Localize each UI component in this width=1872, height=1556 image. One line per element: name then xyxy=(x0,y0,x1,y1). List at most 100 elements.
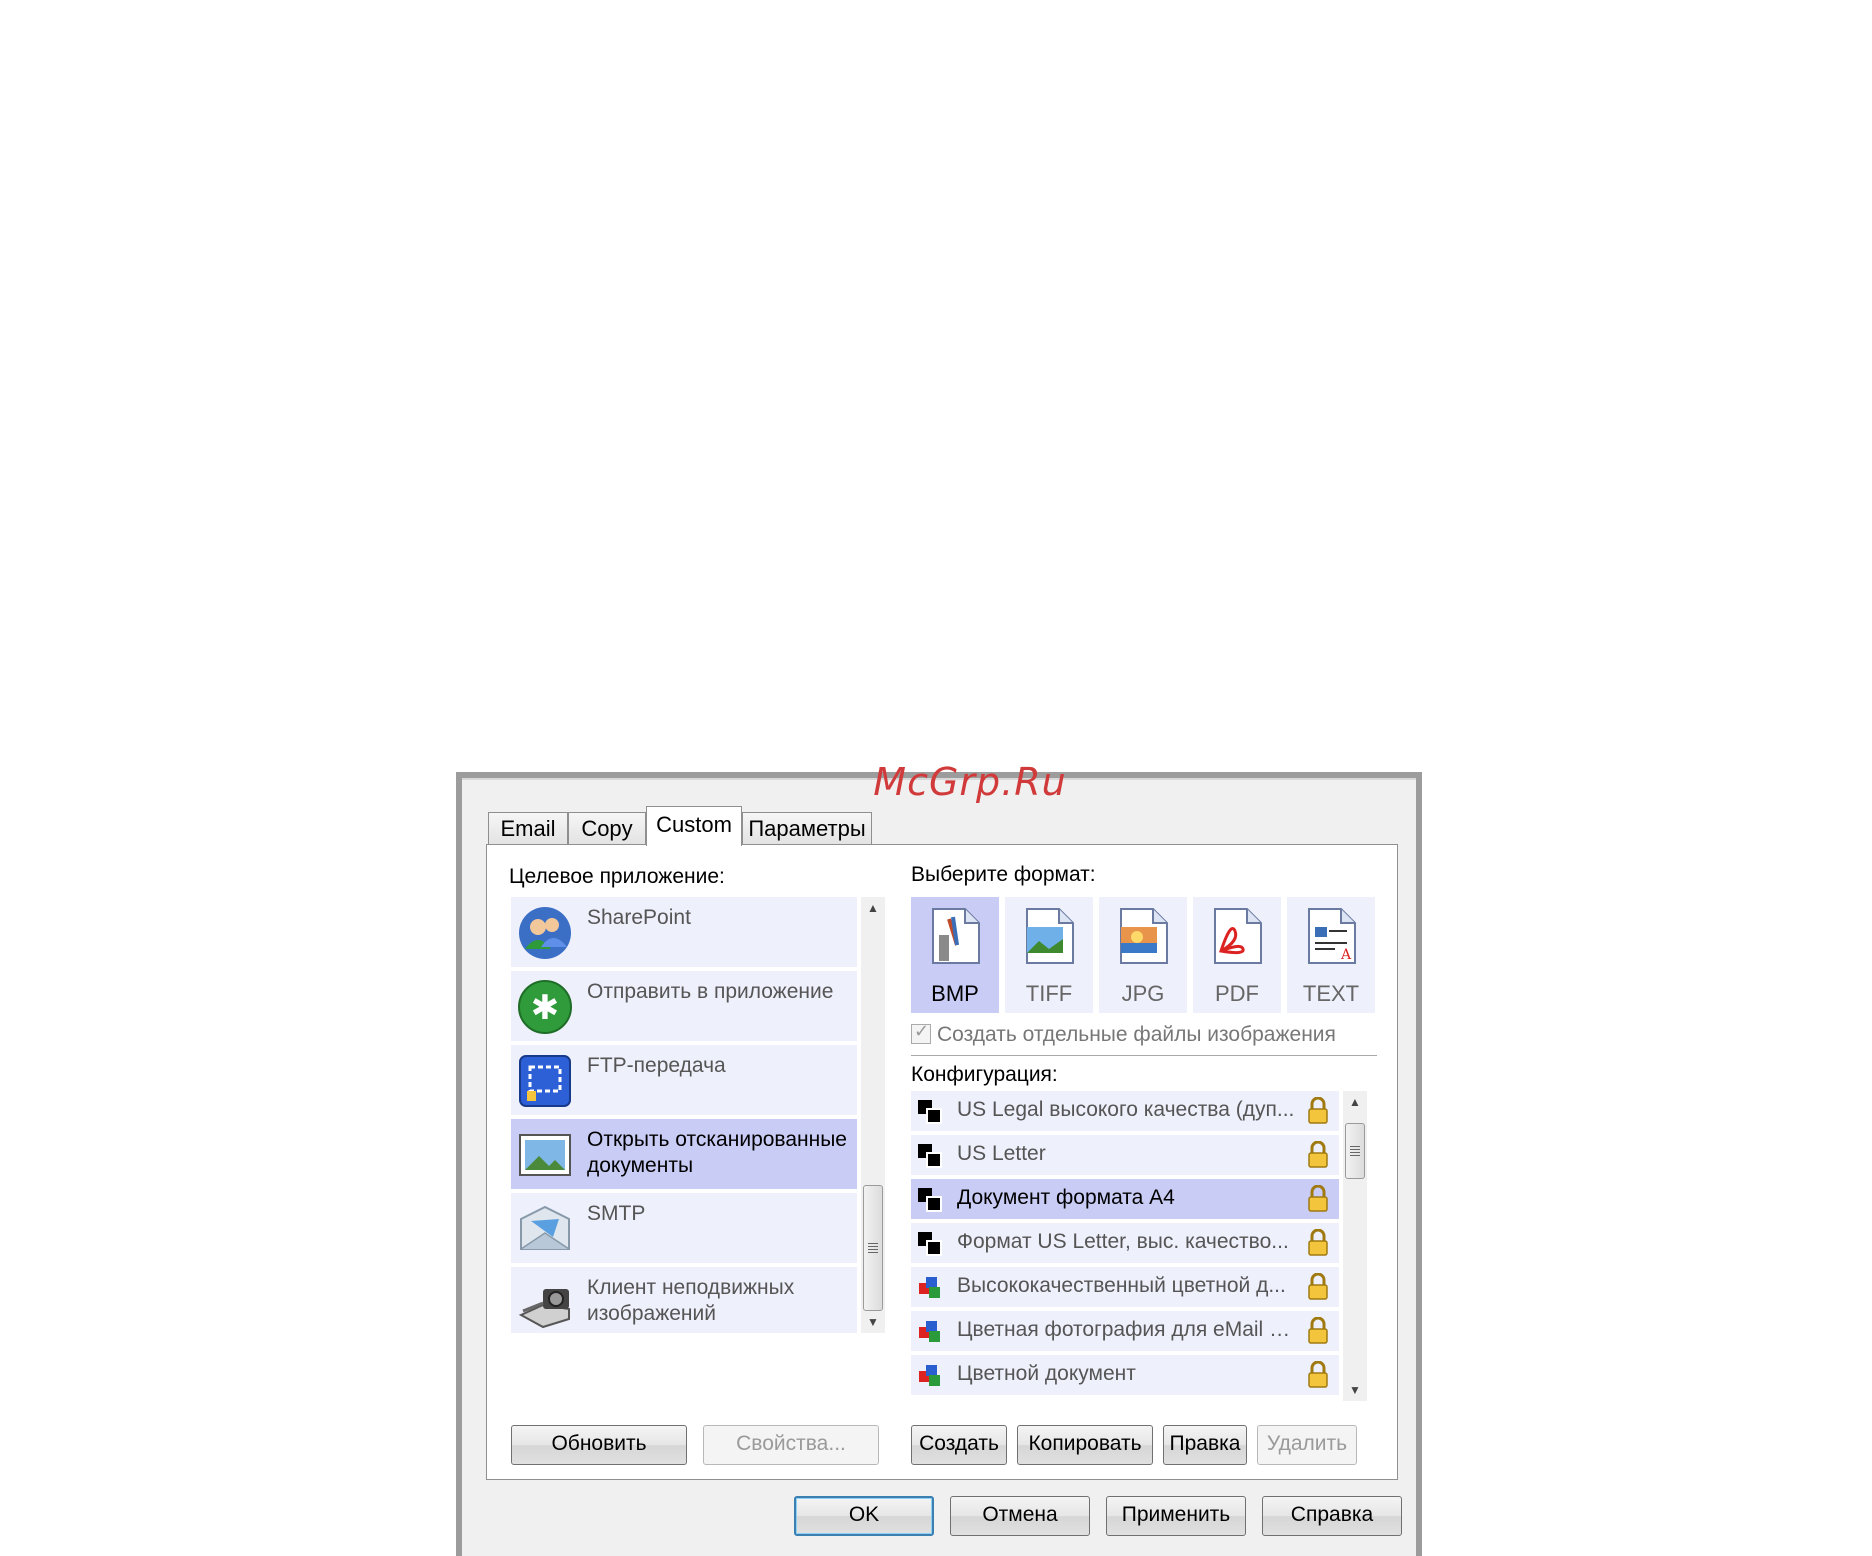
lock-icon xyxy=(1308,1097,1328,1124)
color-document-icon xyxy=(919,1365,940,1386)
lock-icon xyxy=(1308,1185,1328,1212)
checkbox-checked-icon[interactable] xyxy=(911,1021,931,1044)
tab-email[interactable]: Email xyxy=(488,812,568,844)
format-selector: BMP TIFF JPG PDF A TEXT xyxy=(911,897,1377,1013)
format-pdf[interactable]: PDF xyxy=(1193,897,1281,1013)
app-label: FTP-передача xyxy=(587,1054,726,1077)
list-item[interactable]: Высококачественный цветной д... xyxy=(911,1267,1339,1307)
format-text[interactable]: A TEXT xyxy=(1287,897,1375,1013)
format-label: BMP xyxy=(931,981,979,1006)
list-item[interactable]: Цветной документ xyxy=(911,1355,1339,1395)
separate-files-checkbox[interactable]: Создать отдельные файлы изображения xyxy=(911,1021,1336,1047)
svg-text:A: A xyxy=(1340,947,1352,963)
color-document-icon xyxy=(919,1321,940,1342)
app-label: SharePoint xyxy=(587,906,691,929)
delete-button[interactable]: Удалить xyxy=(1257,1425,1357,1465)
config-label: Цветной документ xyxy=(957,1362,1136,1385)
scroll-down-arrow-icon[interactable]: ▼ xyxy=(861,1311,885,1333)
tab-copy[interactable]: Copy xyxy=(568,812,646,844)
list-item-open-scanned-documents[interactable]: Открыть отсканированные документы xyxy=(511,1119,857,1189)
format-label: TEXT xyxy=(1302,981,1360,1006)
list-item-sharepoint[interactable]: SharePoint xyxy=(511,897,857,967)
smtp-envelope-icon xyxy=(520,1205,570,1250)
bmp-file-icon xyxy=(932,908,980,964)
grip-icon xyxy=(1350,1146,1360,1156)
scroll-thumb[interactable] xyxy=(1345,1123,1365,1179)
format-label: PDF xyxy=(1215,981,1259,1006)
config-label: Цветная фотография для eMail (6... xyxy=(957,1318,1297,1341)
tiff-file-icon xyxy=(1026,908,1074,964)
configuration-list-scrollbar[interactable]: ▲ ▼ xyxy=(1343,1091,1367,1401)
scroll-up-arrow-icon[interactable]: ▲ xyxy=(1343,1091,1367,1113)
divider xyxy=(911,1055,1377,1056)
app-label: SMTP xyxy=(587,1202,646,1225)
open-scanned-documents-icon xyxy=(519,1134,571,1176)
text-file-icon: A xyxy=(1308,908,1356,964)
format-bmp[interactable]: BMP xyxy=(911,897,999,1013)
list-item[interactable]: US Legal высокого качества (дуп... xyxy=(911,1091,1339,1131)
tab-parameters[interactable]: Параметры xyxy=(742,812,872,844)
scroll-thumb[interactable] xyxy=(863,1185,883,1311)
edit-button[interactable]: Правка xyxy=(1163,1425,1247,1465)
format-tiff[interactable]: TIFF xyxy=(1005,897,1093,1013)
format-label: JPG xyxy=(1121,981,1165,1006)
lock-icon xyxy=(1308,1141,1328,1168)
target-list-scrollbar[interactable]: ▲ ▼ xyxy=(861,897,885,1333)
format-jpg[interactable]: JPG xyxy=(1099,897,1187,1013)
ftp-icon xyxy=(519,1055,571,1107)
list-item[interactable]: Формат US Letter, выс. качество... xyxy=(911,1223,1339,1263)
app-label: Отправить в приложение xyxy=(587,980,834,1003)
scroll-down-arrow-icon[interactable]: ▼ xyxy=(1343,1379,1367,1401)
jpg-file-icon xyxy=(1120,908,1168,964)
list-item-ftp[interactable]: FTP-передача xyxy=(511,1045,857,1115)
still-image-client-icon xyxy=(518,1289,570,1329)
help-button[interactable]: Справка xyxy=(1262,1496,1402,1536)
format-label: TIFF xyxy=(1025,981,1073,1006)
grip-icon xyxy=(868,1243,878,1253)
properties-button[interactable]: Свойства... xyxy=(703,1425,879,1465)
list-item[interactable]: Цветная фотография для eMail (6... xyxy=(911,1311,1339,1351)
send-to-application-icon: ✱ xyxy=(518,980,572,1034)
config-label: US Letter xyxy=(957,1142,1046,1165)
config-label: Высококачественный цветной д... xyxy=(957,1274,1286,1297)
pdf-file-icon xyxy=(1214,908,1262,964)
list-item[interactable]: Документ формата A4 xyxy=(911,1179,1339,1219)
cancel-button[interactable]: Отмена xyxy=(950,1496,1090,1536)
list-item[interactable]: US Letter xyxy=(911,1135,1339,1175)
config-label: Формат US Letter, выс. качество... xyxy=(957,1230,1289,1253)
watermark: McGrp.Ru xyxy=(873,760,1067,804)
bw-document-icon xyxy=(918,1100,942,1124)
target-application-label: Целевое приложение: xyxy=(509,865,725,888)
app-label: Открыть отсканированные документы xyxy=(587,1128,847,1177)
list-item-smtp[interactable]: SMTP xyxy=(511,1193,857,1263)
scan-settings-dialog: Email Copy Custom Параметры Целевое прил… xyxy=(456,772,1422,1556)
ok-button[interactable]: OK xyxy=(794,1496,934,1536)
tab-panel-custom: Целевое приложение: SharePoint ✱ Отправи… xyxy=(486,844,1398,1480)
config-label: US Legal высокого качества (дуп... xyxy=(957,1098,1295,1121)
scroll-up-arrow-icon[interactable]: ▲ xyxy=(861,897,885,919)
list-item-send-to-application[interactable]: ✱ Отправить в приложение xyxy=(511,971,857,1041)
configuration-label: Конфигурация: xyxy=(911,1063,1058,1086)
bw-document-icon xyxy=(918,1188,942,1212)
refresh-button[interactable]: Обновить xyxy=(511,1425,687,1465)
apply-button[interactable]: Применить xyxy=(1106,1496,1246,1536)
svg-text:✱: ✱ xyxy=(531,988,560,1028)
configuration-list: US Legal высокого качества (дуп... US Le… xyxy=(911,1091,1339,1401)
list-item-still-image-client[interactable]: Клиент неподвижных изображений xyxy=(511,1267,857,1333)
config-label: Документ формата A4 xyxy=(957,1186,1175,1209)
bw-document-icon xyxy=(918,1232,942,1256)
separate-files-label: Создать отдельные файлы изображения xyxy=(937,1023,1336,1046)
create-button[interactable]: Создать xyxy=(911,1425,1007,1465)
lock-icon xyxy=(1308,1361,1328,1388)
tab-custom[interactable]: Custom xyxy=(646,806,742,846)
lock-icon xyxy=(1308,1229,1328,1256)
app-label: Клиент неподвижных изображений xyxy=(587,1276,795,1325)
target-application-list: SharePoint ✱ Отправить в приложение FTP-… xyxy=(511,897,857,1333)
copy-button[interactable]: Копировать xyxy=(1017,1425,1153,1465)
lock-icon xyxy=(1308,1317,1328,1344)
color-document-icon xyxy=(919,1277,940,1298)
select-format-label: Выберите формат: xyxy=(911,863,1096,886)
sharepoint-icon xyxy=(519,907,571,959)
lock-icon xyxy=(1308,1273,1328,1300)
bw-document-icon xyxy=(918,1144,942,1168)
